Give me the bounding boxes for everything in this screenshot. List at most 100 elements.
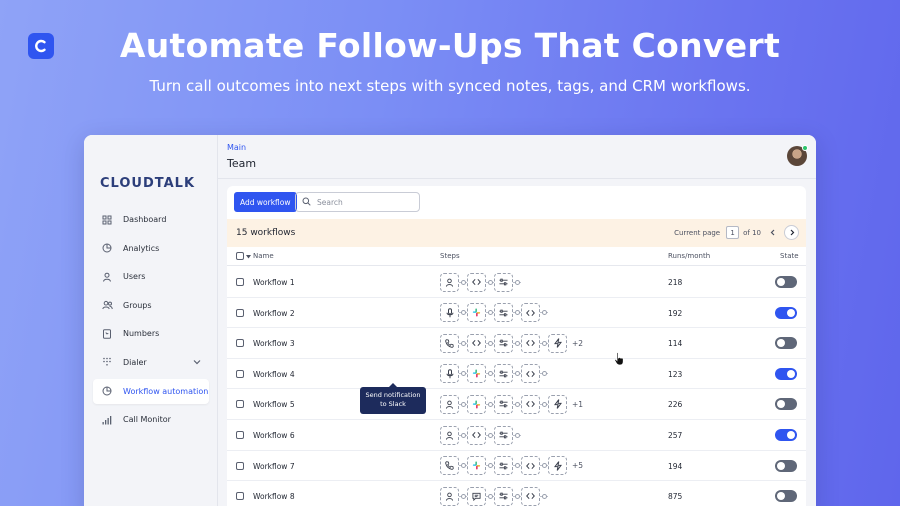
table-row[interactable]: Workflow 4 123 [227,359,806,390]
sidebar-item-analytics[interactable]: Analytics [93,236,209,261]
sliders-icon[interactable] [494,456,513,476]
runs-per-month: 192 [668,308,683,318]
code-icon[interactable] [521,333,540,353]
table-row[interactable]: Workflow 1 218 [227,267,806,298]
workflow-name[interactable]: Workflow 5 [253,400,295,409]
user-icon[interactable] [440,486,459,506]
sidebar-item-numbers[interactable]: Numbers [93,321,209,346]
state-toggle[interactable] [775,276,797,288]
workflow-name[interactable]: Workflow 4 [253,370,295,379]
phone-icon[interactable] [440,456,459,476]
page-number-input[interactable]: 1 [726,226,740,239]
row-checkbox[interactable] [236,308,244,317]
workflow-name[interactable]: Workflow 3 [253,339,295,348]
step-connector [486,493,494,499]
code-icon[interactable] [467,333,486,353]
sidebar-item-users[interactable]: Users [93,264,209,289]
user-icon[interactable] [440,272,459,292]
sidebar-item-dashboard[interactable]: Dashboard [93,207,209,232]
slack-icon[interactable] [467,364,486,384]
lightning-icon[interactable] [548,394,567,414]
sort-caret-icon[interactable] [246,253,251,261]
chevron-down-icon[interactable] [193,358,201,367]
code-icon[interactable] [467,425,486,445]
more-steps-count[interactable]: +1 [572,400,583,409]
table-row[interactable]: Workflow 7 +5 194 [227,451,806,482]
table-row[interactable]: Workflow 5 +1 226 [227,389,806,420]
code-icon[interactable] [521,303,540,323]
workflow-name[interactable]: Workflow 6 [253,431,295,440]
microphone-icon[interactable] [440,303,459,323]
sliders-icon[interactable] [494,486,513,506]
user-icon[interactable] [440,394,459,414]
workflow-name[interactable]: Workflow 2 [253,309,295,318]
state-toggle[interactable] [775,367,797,380]
sidebar-item-workflow-automation[interactable]: Workflow automation [93,378,209,404]
code-icon[interactable] [521,394,540,414]
state-toggle[interactable] [775,398,797,411]
more-steps-count[interactable]: +5 [572,461,583,470]
sliders-icon[interactable] [494,272,513,292]
sliders-icon[interactable] [494,303,513,323]
slack-icon[interactable] [467,394,486,414]
select-all-checkbox[interactable] [236,252,244,260]
code-icon[interactable] [521,456,540,476]
mouse-cursor-icon [614,352,626,366]
slack-icon[interactable] [467,303,486,323]
sliders-icon[interactable] [494,394,513,414]
workflow-name[interactable]: Workflow 8 [253,492,295,501]
row-checkbox[interactable] [236,461,244,470]
column-name[interactable]: Name [253,252,274,260]
workflow-name[interactable]: Workflow 7 [253,462,295,471]
step-connector [459,371,467,377]
phone-icon[interactable] [440,333,459,353]
sidebar-item-groups[interactable]: Groups [93,293,209,318]
prev-page-button[interactable] [765,225,780,240]
code-icon[interactable] [467,272,486,292]
add-workflow-button[interactable]: Add workflow [234,192,297,212]
state-toggle[interactable] [775,337,797,350]
code-icon[interactable] [521,486,540,506]
row-checkbox[interactable] [236,278,244,286]
state-toggle[interactable] [775,459,797,472]
next-page-button[interactable] [784,225,799,240]
pager-label: Current page [674,228,721,237]
slack-icon[interactable] [467,456,486,476]
row-checkbox[interactable] [236,431,244,439]
step-connector [513,493,521,499]
row-checkbox[interactable] [236,369,244,378]
table-row[interactable]: Workflow 3 +2 114 [227,328,806,359]
state-toggle[interactable] [775,429,797,441]
workflows-panel: Add workflow 15 workflows Current page 1… [227,186,806,506]
code-icon[interactable] [521,364,540,384]
row-checkbox[interactable] [236,492,244,501]
row-checkbox[interactable] [236,400,244,409]
sliders-icon[interactable] [494,364,513,384]
sidebar-item-call-monitor[interactable]: Call Monitor [93,407,209,432]
step-connector [459,463,467,469]
lightning-icon[interactable] [548,456,567,476]
sliders-icon[interactable] [494,425,513,445]
step-connector [540,401,548,407]
column-runs[interactable]: Runs/month [668,252,710,260]
lightning-icon[interactable] [548,333,567,353]
sidebar-item-label: Call Monitor [123,415,171,425]
microphone-icon[interactable] [440,364,459,384]
table-row[interactable]: Workflow 8 875 [227,481,806,506]
sidebar-item-dialer[interactable]: Dialer [93,350,209,375]
state-toggle[interactable] [775,490,797,503]
more-steps-count[interactable]: +2 [572,339,583,348]
chat-icon[interactable] [467,486,486,506]
table-row[interactable]: Workflow 2 192 [227,298,806,329]
workflow-name[interactable]: Workflow 1 [253,278,295,287]
breadcrumb[interactable]: Main [227,143,246,152]
search-input[interactable] [317,197,412,207]
step-connector [459,310,467,316]
avatar[interactable] [787,145,808,166]
user-icon[interactable] [440,425,459,445]
table-row[interactable]: Workflow 6 257 [227,420,806,451]
sliders-icon[interactable] [494,333,513,353]
step-connector [540,340,548,346]
row-checkbox[interactable] [236,339,244,348]
state-toggle[interactable] [775,306,797,319]
